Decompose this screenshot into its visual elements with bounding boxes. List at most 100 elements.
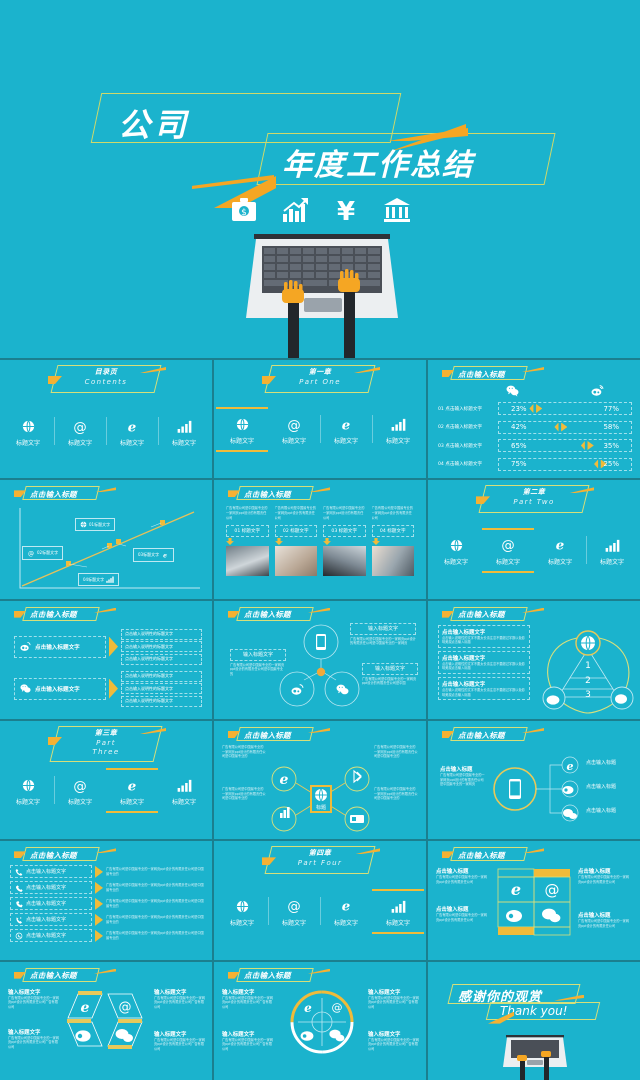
svg-text:@: @	[73, 779, 86, 793]
icon-cell-globe[interactable]: 标题文字	[2, 770, 54, 811]
slide-thank-you[interactable]: 感谢你的观赏 Thank you!	[428, 961, 640, 1080]
slide-part-four[interactable]: 第四章 Part Four 标题文字 @ 标题文字 e 标题文字 标题文字	[214, 841, 426, 960]
section-subtitle: Part One	[299, 378, 341, 386]
slide-title: 点击输入标题	[30, 850, 77, 860]
quad-item[interactable]: 点击输入标题 广告有限公司是中国最专业的一家网页ppt设计的有限责任公司	[436, 905, 490, 922]
slide-hub-four[interactable]: 点击输入标题 标题 e 广告有限公司是中国最专业的一家网页ppt设计的有限责任公…	[214, 721, 426, 840]
slide-four-photos[interactable]: 点击输入标题 广告有限公司是中国最专业的一家网页ppt设计的有限责任公司 01 …	[214, 480, 426, 599]
row-desc: 广告有限公司是中国最专业的一家网页ppt设计的有限责任公司是中国最专业的	[106, 867, 204, 876]
icon-cell-bars[interactable]: 标题文字	[372, 888, 424, 934]
icon-cell-at[interactable]: @ 标题文字	[268, 891, 320, 932]
circle-node-3[interactable]: 输入标题文字 广告有限公司是中国最专业的一家网页ppt设计的有限责任公司是中国	[362, 662, 418, 686]
donut-desc: 广告有限公司是中国最专业的一家网页ppt设计的有限责任公司广告有限公司	[368, 1037, 419, 1051]
icon-cell-bars[interactable]: 标题文字	[372, 409, 424, 450]
phone-left-block[interactable]: 点击输入标题 广告有限公司是中国最专业的一家网页ppt设计的有限责任公司是中国最…	[440, 765, 486, 787]
donut-item[interactable]: 输入标题文字 广告有限公司是中国最专业的一家网页ppt设计的有限责任公司广告有限…	[368, 988, 420, 1010]
cover-slide[interactable]: 公司 年度工作总结 $ ¥	[0, 0, 640, 358]
hex-item[interactable]: 输入标题文字 广告有限公司是中国最专业的一家网页ppt设计的有限责任公司广告有限…	[8, 1028, 60, 1050]
globe-icon	[216, 416, 268, 433]
triangle-item[interactable]: 点击输入标题文字 点击输入说明性的文字不要太长请注意不要超过字数以免影响美观点击…	[438, 677, 530, 701]
phone-row[interactable]: 点击输入标题文字 广告有限公司是中国最专业的一家网页ppt设计的有限责任公司是中…	[10, 881, 204, 895]
trend-node-03[interactable]: 03标题文字 e	[133, 548, 175, 563]
circle-node-2[interactable]: 输入标题文字 广告有限公司是中国最专业的一家网页ppt设计的有限责任公司是中国最…	[230, 648, 286, 677]
phone-row[interactable]: 点击输入标题文字 广告有限公司是中国最专业的一家网页ppt设计的有限责任公司是中…	[10, 929, 204, 943]
phone-row-label[interactable]: 点击输入标题	[586, 759, 616, 766]
slide-trend-line[interactable]: 点击输入标题 01标题文字 03标题文字 e @ 02标题文字 04标题文字	[0, 480, 212, 599]
row-desc: 广告有限公司是中国最专业的一家网页ppt设计的有限责任公司是中国最专业的	[106, 883, 204, 892]
arrow-right-icon	[95, 897, 103, 910]
phone-row-label[interactable]: 点击输入标题	[586, 783, 616, 790]
donut-item[interactable]: 输入标题文字 广告有限公司是中国最专业的一家网页ppt设计的有限责任公司广告有限…	[222, 1030, 274, 1052]
row-left-value: 23%	[511, 404, 527, 413]
slide-part-one[interactable]: 第一章 Part One 标题文字 @ 标题文字 e 标题文字 标题文字	[214, 360, 426, 479]
icon-cell-ie[interactable]: e 标题文字	[534, 530, 586, 571]
compare-row[interactable]: 04 点击输入标题文字 75% 25%	[438, 457, 632, 471]
phone-row[interactable]: 点击输入标题文字 广告有限公司是中国最专业的一家网页ppt设计的有限责任公司是中…	[10, 897, 204, 911]
slide-phone-three[interactable]: 点击输入标题 点击输入标题 广告有限公司是中国最专业的一家网页ppt设计的有限责…	[428, 721, 640, 840]
item-desc: 点击输入说明性的文字不要太长请注意不要超过字数以免影响美观点击输入标题	[442, 688, 525, 697]
icon-cell-ie[interactable]: e 标题文字	[106, 768, 158, 814]
slide-donut-four[interactable]: 点击输入标题 e @ 输入标题文字 广告有限公司是中国最专业的一家网页ppt设计…	[214, 961, 426, 1080]
donut-label: 输入标题文字	[222, 1031, 255, 1038]
donut-item[interactable]: 输入标题文字 广告有限公司是中国最专业的一家网页ppt设计的有限责任公司广告有限…	[368, 1030, 420, 1052]
slide-compare-bars[interactable]: 点击输入标题 01 点击输入标题文字 23% 77% 02 点击输入标题文字 4…	[428, 360, 640, 479]
slide-title: 点击输入标题	[30, 610, 77, 620]
slide-quad-grid[interactable]: 点击输入标题 e @ 点击输入标题 广告有限公司是中国最专业的一家网页ppt设计…	[428, 841, 640, 960]
icon-cell-globe[interactable]: 标题文字	[216, 891, 268, 932]
arrow-block[interactable]: 点击输入标题文字 点击输入说明性的标题文字 点击输入说明性的标题文字 点击输入说…	[14, 670, 202, 707]
icon-cell-bars[interactable]: 标题文字	[586, 530, 638, 571]
ie-icon: e	[320, 416, 372, 433]
slide-phone-list[interactable]: 点击输入标题 点击输入标题文字 广告有限公司是中国最专业的一家网页ppt设计的有…	[0, 841, 212, 960]
quad-item[interactable]: 点击输入标题 广告有限公司是中国最专业的一家网页ppt设计的有限责任公司	[578, 867, 632, 884]
icon-cell-ie[interactable]: e 标题文字	[320, 891, 372, 932]
photo-column[interactable]: 广告有限公司是中国最专业的一家网页ppt设计的有限责任公司 04 标题文字	[371, 506, 414, 577]
photo-column[interactable]: 广告有限公司是中国最专业的一家网页ppt设计的有限责任公司 02 标题文字	[274, 506, 317, 577]
icon-cell-at[interactable]: @ 标题文字	[54, 411, 106, 452]
triangle-item[interactable]: 点击输入标题文字 点击输入说明性的文字不要太长请注意不要超过字数以免影响美观点击…	[438, 624, 530, 648]
triangle-item[interactable]: 点击输入标题文字 点击输入说明性的文字不要太长请注意不要超过字数以免影响美观点击…	[438, 650, 530, 675]
hex-item[interactable]: 输入标题文字 广告有限公司是中国最专业的一家网页ppt设计的有限责任公司广告有限…	[8, 988, 60, 1010]
item-desc: 点击输入说明性的文字不要太长请注意不要超过字数以免影响美观点击输入标题	[442, 661, 525, 671]
phone-row-label[interactable]: 点击输入标题	[586, 807, 616, 814]
hex-label: 输入标题文字	[8, 1029, 41, 1036]
compare-row[interactable]: 01 点击输入标题文字 23% 77%	[438, 402, 632, 415]
slide-triangle-123[interactable]: 点击输入标题 点击输入标题文字 点击输入说明性的文字不要太长请注意不要超过字数以…	[428, 600, 640, 719]
compare-row[interactable]: 03 点击输入标题文字 65% 35%	[438, 439, 632, 452]
icon-cell-at[interactable]: @ 标题文字	[54, 770, 106, 811]
section-ribbon: 第三章 Part Three	[0, 726, 212, 762]
compare-row[interactable]: 02 点击输入标题文字 42% 58%	[438, 420, 632, 434]
circle-node-1[interactable]: 输入标题文字 广告有限公司是中国最专业的一家网页ppt设计的有限责任公司是中国最…	[350, 622, 416, 646]
trend-node-01[interactable]: 01标题文字	[75, 518, 116, 532]
hex-item[interactable]: 输入标题文字 广告有限公司是中国最专业的一家网页ppt设计的有限责任公司广告有限…	[154, 988, 206, 1010]
svg-text:@: @	[73, 420, 86, 434]
bars-icon	[158, 777, 210, 794]
slide-part-two[interactable]: 第二章 Part Two 标题文字 @ 标题文字 e 标题文字 标题文字	[428, 480, 640, 599]
quad-item[interactable]: 点击输入标题 广告有限公司是中国最专业的一家网页ppt设计的有限责任公司	[578, 911, 632, 928]
icon-cell-globe[interactable]: 标题文字	[216, 407, 268, 453]
slide-two-arrow-lists[interactable]: 点击输入标题 点击输入标题文字 点击输入说明性的标题文字 点击输入说明性的标题文…	[0, 600, 212, 719]
icon-cell-at[interactable]: @ 标题文字	[482, 527, 534, 573]
trend-node-04[interactable]: 04标题文字	[78, 573, 120, 587]
icon-cell-at[interactable]: @ 标题文字	[268, 409, 320, 450]
slide-title: 点击输入标题	[458, 730, 505, 740]
slide-part-three[interactable]: 第三章 Part Three 标题文字 @ 标题文字 e 标题文字 标题文字	[0, 721, 212, 840]
icon-cell-ie[interactable]: e 标题文字	[320, 409, 372, 450]
icon-cell-globe[interactable]: 标题文字	[2, 411, 54, 452]
slide-contents[interactable]: 目录页 Contents 标题文字 @ 标题文字 e 标题文字 标题文字	[0, 360, 212, 479]
icon-cell-bars[interactable]: 标题文字	[158, 770, 210, 811]
photo-column[interactable]: 广告有限公司是中国最专业的一家网页ppt设计的有限责任公司 01 标题文字	[226, 506, 269, 577]
arrow-block[interactable]: 点击输入标题文字 点击输入说明性的标题文字 点击输入说明性的标题文字 点击输入说…	[14, 628, 202, 665]
icon-cell-bars[interactable]: 标题文字	[158, 411, 210, 452]
icon-cell-ie[interactable]: e 标题文字	[106, 411, 158, 452]
slide-three-circles[interactable]: 点击输入标题 输入标题文字 广告有限公司是中国最专业的一家网页ppt设计的有限责…	[214, 600, 426, 719]
photo-column[interactable]: 广告有限公司是中国最专业的一家网页ppt设计的有限责任公司 03 标题文字	[323, 506, 366, 577]
quad-item[interactable]: 点击输入标题 广告有限公司是中国最专业的一家网页ppt设计的有限责任公司	[436, 867, 490, 884]
hex-item[interactable]: 输入标题文字 广告有限公司是中国最专业的一家网页ppt设计的有限责任公司广告有限…	[154, 1030, 206, 1052]
slide-hex-grid[interactable]: 点击输入标题 e @ 输入标题文字 广告有限公司是中国最专业的一家网页ppt设计…	[0, 961, 212, 1080]
trend-node-02[interactable]: @ 02标题文字	[22, 546, 64, 561]
spoke-desc: 广告有限公司是中国最专业的一家网页ppt设计的有限责任公司是中国最专业的	[374, 745, 418, 759]
phone-row[interactable]: 点击输入标题文字 广告有限公司是中国最专业的一家网页ppt设计的有限责任公司是中…	[10, 865, 204, 879]
icon-cell-globe[interactable]: 标题文字	[430, 530, 482, 571]
donut-item[interactable]: 输入标题文字 广告有限公司是中国最专业的一家网页ppt设计的有限责任公司广告有限…	[222, 988, 274, 1010]
phone-row[interactable]: 点击输入标题文字 广告有限公司是中国最专业的一家网页ppt设计的有限责任公司是中…	[10, 913, 204, 927]
